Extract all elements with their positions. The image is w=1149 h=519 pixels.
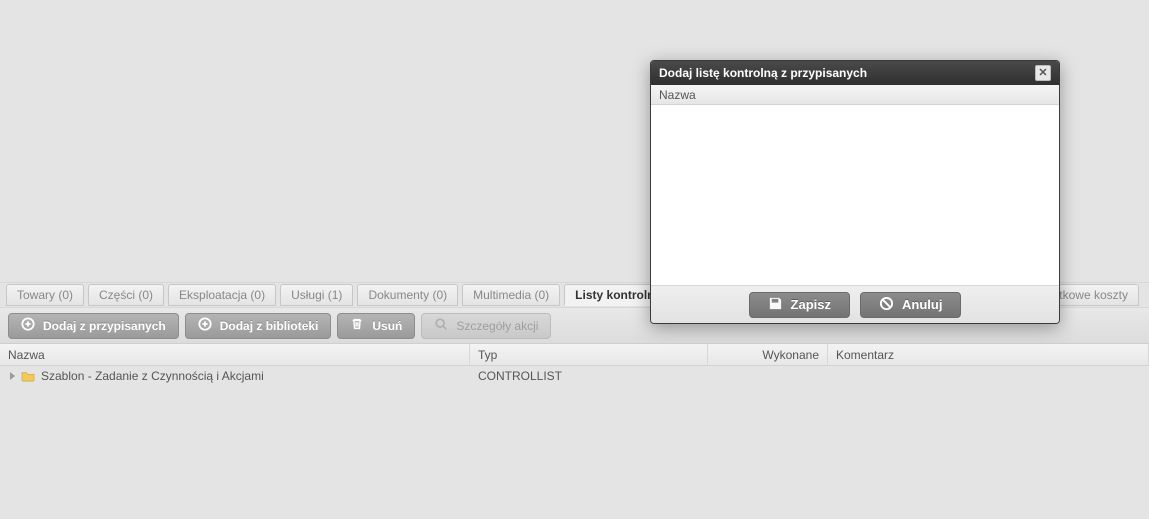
tab-towary[interactable]: Towary (0) xyxy=(6,284,84,306)
delete-button[interactable]: Usuń xyxy=(337,313,415,339)
save-button[interactable]: Zapisz xyxy=(749,292,850,318)
button-label: Zapisz xyxy=(791,297,831,312)
assign-checklist-dialog: Dodaj listę kontrolną z przypisanych ✕ N… xyxy=(650,60,1060,324)
cancel-icon xyxy=(879,296,894,314)
dialog-list[interactable] xyxy=(651,105,1059,285)
search-icon xyxy=(434,317,448,334)
action-details-button[interactable]: Szczegóły akcji xyxy=(421,313,551,339)
save-icon xyxy=(768,296,783,314)
tab-dokumenty[interactable]: Dokumenty (0) xyxy=(357,284,458,306)
plus-icon xyxy=(21,317,35,334)
trash-icon xyxy=(350,317,364,334)
expand-icon[interactable] xyxy=(10,372,15,380)
add-from-assigned-button[interactable]: Dodaj z przypisanych xyxy=(8,313,179,339)
row-type: CONTROLLIST xyxy=(470,369,708,383)
dialog-column-header[interactable]: Nazwa xyxy=(651,85,1059,105)
tab-czesci[interactable]: Części (0) xyxy=(88,284,164,306)
column-header-type[interactable]: Typ xyxy=(470,344,708,365)
table-body: Szablon - Zadanie z Czynnością i Akcjami… xyxy=(0,366,1149,519)
dialog-titlebar[interactable]: Dodaj listę kontrolną z przypisanych ✕ xyxy=(651,61,1059,85)
dialog-footer: Zapisz Anuluj xyxy=(651,285,1059,323)
tab-uslugi[interactable]: Usługi (1) xyxy=(280,284,353,306)
row-name: Szablon - Zadanie z Czynnością i Akcjami xyxy=(41,369,264,383)
column-header-name[interactable]: Nazwa xyxy=(0,344,470,365)
dialog-title: Dodaj listę kontrolną z przypisanych xyxy=(659,66,867,80)
column-header-comment[interactable]: Komentarz xyxy=(828,344,1149,365)
close-icon[interactable]: ✕ xyxy=(1035,65,1051,81)
button-label: Anuluj xyxy=(902,297,942,312)
add-from-library-button[interactable]: Dodaj z biblioteki xyxy=(185,313,332,339)
button-label: Szczegóły akcji xyxy=(456,319,538,333)
tab-multimedia[interactable]: Multimedia (0) xyxy=(462,284,560,306)
tab-eksploatacja[interactable]: Eksploatacja (0) xyxy=(168,284,276,306)
cancel-button[interactable]: Anuluj xyxy=(860,292,961,318)
plus-icon xyxy=(198,317,212,334)
table-row[interactable]: Szablon - Zadanie z Czynnością i Akcjami… xyxy=(0,366,1149,386)
folder-icon xyxy=(21,370,35,382)
table-header: Nazwa Typ Wykonane Komentarz xyxy=(0,344,1149,366)
button-label: Usuń xyxy=(372,319,402,333)
column-header-done[interactable]: Wykonane xyxy=(708,344,828,365)
button-label: Dodaj z biblioteki xyxy=(220,319,319,333)
button-label: Dodaj z przypisanych xyxy=(43,319,166,333)
